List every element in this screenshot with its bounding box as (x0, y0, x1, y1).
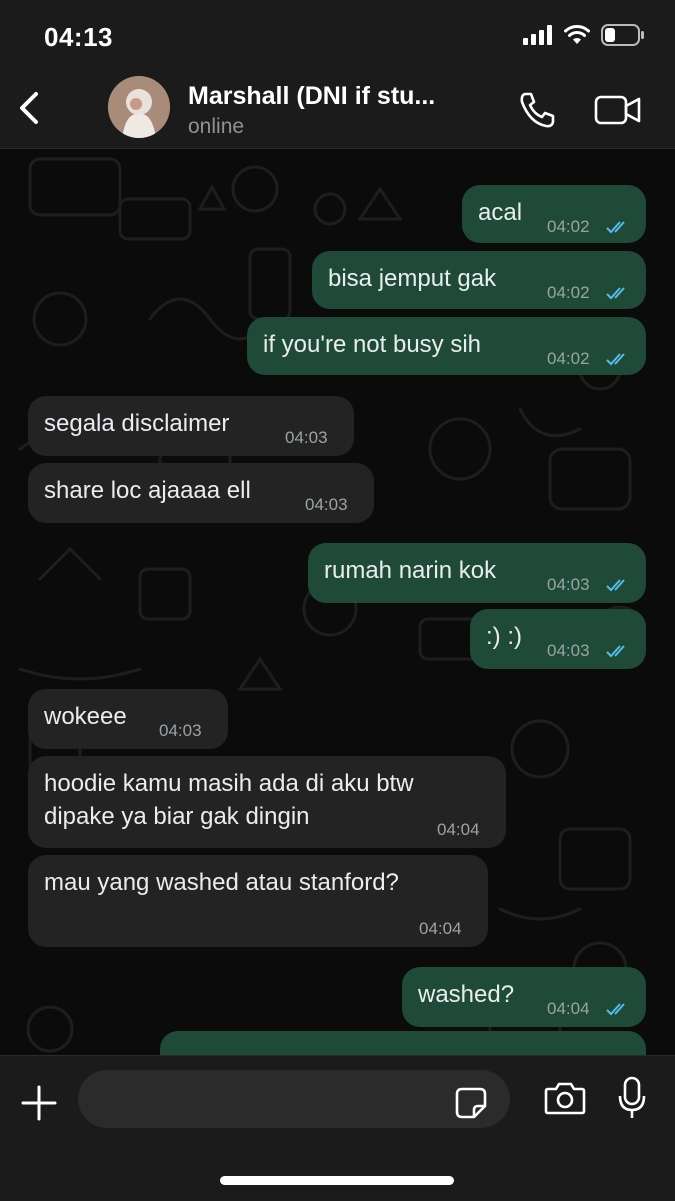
message-time: 04:03 (547, 575, 590, 594)
message-text: acal (478, 199, 523, 226)
message-text: mau yang washed atau stanford? (44, 869, 399, 896)
outgoing-message[interactable]: acal 04:02 (462, 185, 646, 243)
status-time: 04:13 (44, 22, 113, 52)
presence-status: online (188, 115, 245, 138)
message-time: 04:03 (285, 428, 328, 447)
message-time: 04:03 (159, 721, 202, 740)
message-text-line2: dipake ya biar gak dingin (44, 803, 310, 830)
composer-bar (0, 1055, 675, 1201)
outgoing-message-partial[interactable] (160, 1031, 646, 1055)
sticker-icon[interactable] (454, 1086, 488, 1120)
battery-icon (601, 24, 644, 46)
read-receipt-icon (606, 1003, 625, 1016)
outgoing-message[interactable]: bisa jemput gak 04:02 (312, 251, 646, 309)
microphone-icon[interactable] (618, 1076, 646, 1120)
incoming-message[interactable]: wokeee 04:03 (28, 689, 228, 749)
read-receipt-icon (606, 579, 625, 592)
message-time: 04:02 (547, 349, 590, 368)
contact-name[interactable]: Marshall (DNI if stu... (188, 82, 435, 111)
read-receipt-icon (606, 221, 625, 234)
home-indicator[interactable] (220, 1176, 454, 1185)
message-time: 04:03 (305, 495, 348, 514)
message-text: :) :) (486, 623, 522, 650)
message-text: if you're not busy sih (263, 331, 482, 358)
incoming-message[interactable]: segala disclaimer 04:03 (28, 396, 354, 456)
message-input[interactable] (78, 1070, 510, 1128)
message-time: 04:02 (547, 217, 590, 236)
incoming-message[interactable]: mau yang washed atau stanford? 04:04 (28, 855, 488, 947)
camera-icon[interactable] (544, 1080, 586, 1116)
attach-plus-icon[interactable] (20, 1084, 58, 1122)
message-text: washed? (418, 981, 515, 1008)
avatar[interactable] (108, 76, 170, 138)
outgoing-message[interactable]: washed? 04:04 (402, 967, 646, 1027)
status-bar: 04:13 (0, 0, 675, 70)
message-text: hoodie kamu masih ada di aku btw (44, 770, 414, 797)
message-text: segala disclaimer (44, 410, 230, 437)
wifi-icon (564, 25, 590, 44)
read-receipt-icon (606, 353, 625, 366)
outgoing-message[interactable]: if you're not busy sih 04:02 (247, 317, 646, 375)
video-call-icon[interactable] (594, 94, 642, 126)
incoming-message[interactable]: share loc ajaaaa ell 04:03 (28, 463, 374, 523)
back-chevron-icon[interactable] (14, 88, 44, 128)
read-receipt-icon (606, 645, 625, 658)
message-text: rumah narin kok (324, 557, 497, 584)
message-time: 04:02 (547, 283, 590, 302)
message-time: 04:04 (419, 919, 462, 938)
outgoing-message[interactable]: rumah narin kok 04:03 (308, 543, 646, 603)
message-time: 04:04 (547, 999, 590, 1018)
message-list[interactable]: acal 04:02 bisa jemput gak 04:02 if you'… (0, 149, 675, 1055)
incoming-message[interactable]: hoodie kamu masih ada di aku btw dipake … (28, 756, 506, 848)
message-time: 04:04 (437, 820, 480, 839)
message-text: wokeee (44, 703, 127, 730)
outgoing-message[interactable]: :) :) 04:03 (470, 609, 646, 669)
message-text: bisa jemput gak (328, 265, 497, 292)
voice-call-icon[interactable] (516, 90, 558, 130)
cellular-signal-icon (523, 25, 552, 45)
read-receipt-icon (606, 287, 625, 300)
message-time: 04:03 (547, 641, 590, 660)
chat-header: Marshall (DNI if stu... online (0, 70, 675, 149)
message-text: share loc ajaaaa ell (44, 477, 251, 504)
